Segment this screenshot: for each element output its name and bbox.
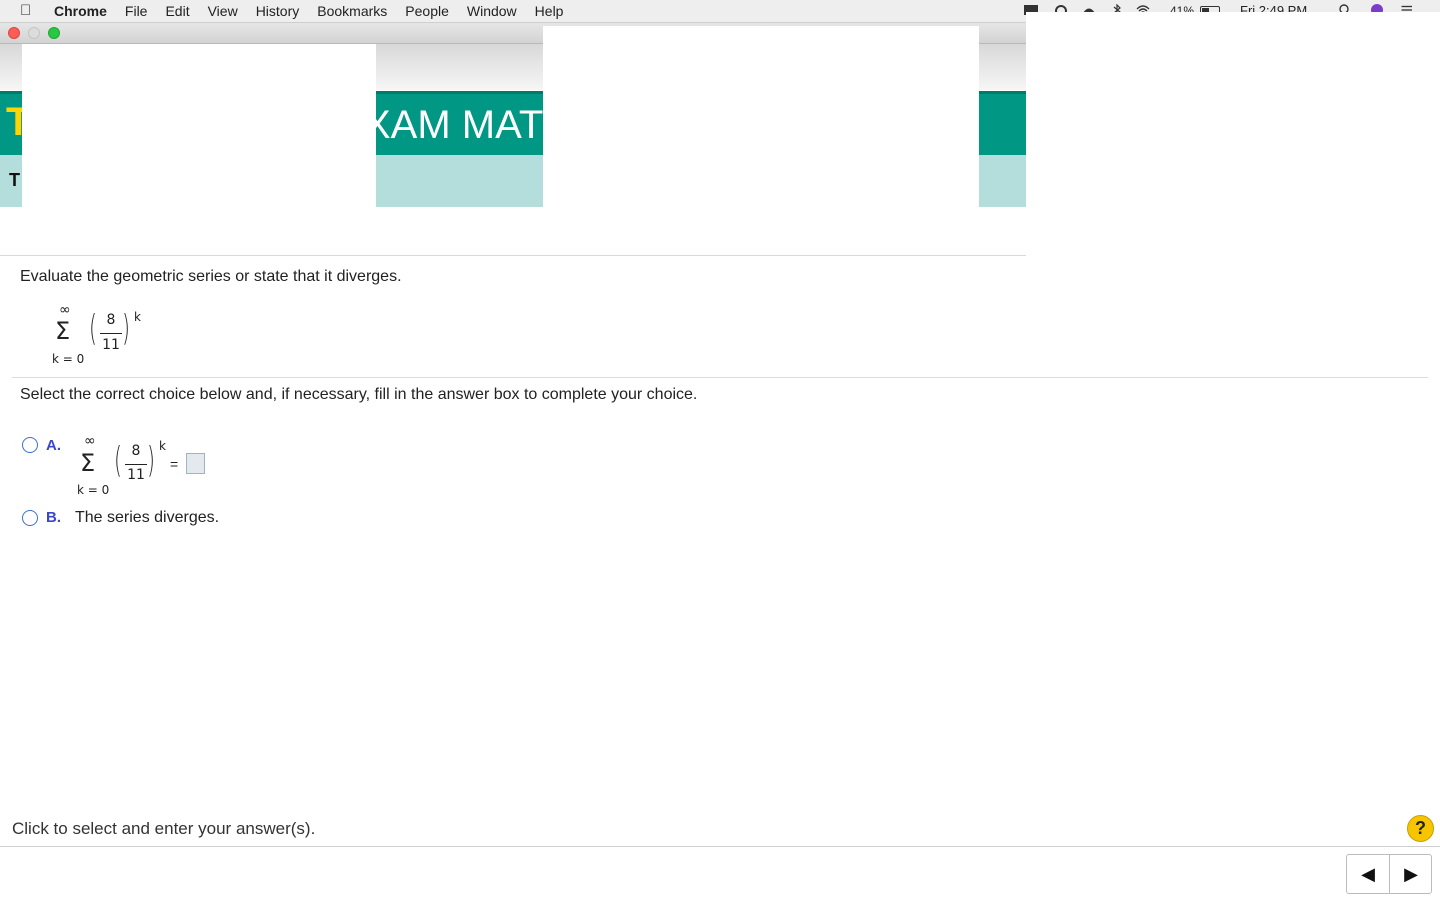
menu-window[interactable]: Window (467, 0, 517, 22)
fraction-denominator: 11 (102, 337, 120, 353)
window-minimize-button[interactable] (28, 27, 40, 39)
right-paren: ) (122, 308, 130, 349)
header-divider (0, 255, 1026, 256)
choice-b-letter[interactable]: B. (46, 509, 61, 526)
choice-a-letter[interactable]: A. (46, 437, 61, 454)
sigma-symbol: Σ (55, 317, 71, 345)
menu-chrome[interactable]: Chrome (54, 0, 107, 22)
series-exponent: k (134, 310, 141, 324)
next-question-button[interactable]: ▶ (1390, 855, 1432, 893)
site-logo: T (6, 100, 22, 144)
blank-panel-right (1026, 12, 1440, 255)
choice-b-radio[interactable] (22, 510, 38, 526)
question-nav: ◀ ▶ (1346, 854, 1432, 894)
instruction-text: Select the correct choice below and, if … (20, 386, 698, 403)
equals-sign: = (170, 456, 179, 472)
fraction-bar (125, 464, 147, 465)
choice-a-series: ∞ Σ k = 0 ( 8 11 ) k (75, 433, 175, 499)
question-divider (12, 377, 1428, 378)
menu-edit[interactable]: Edit (165, 0, 189, 22)
fraction-denominator: 11 (127, 467, 145, 483)
menu-people[interactable]: People (405, 0, 449, 22)
menu-history[interactable]: History (256, 0, 300, 22)
menu-list: Chrome File Edit View History Bookmarks … (54, 0, 581, 22)
left-paren: ( (89, 308, 97, 349)
choice-a-radio[interactable] (22, 437, 38, 453)
series-lower-limit: k = 0 (77, 483, 110, 497)
menu-file[interactable]: File (125, 0, 148, 22)
fraction-bar (100, 333, 122, 334)
menu-view[interactable]: View (208, 0, 238, 22)
right-paren: ) (147, 440, 155, 481)
choice-b-text[interactable]: The series diverges. (75, 509, 219, 527)
series-exponent: k (159, 439, 166, 453)
sub-bar-label: T (9, 170, 20, 190)
help-button[interactable]: ? (1407, 815, 1434, 842)
window-maximize-button[interactable] (48, 27, 60, 39)
left-paren: ( (114, 440, 122, 481)
question-series: ∞ Σ k = 0 ( 8 11 ) k (50, 302, 150, 372)
answer-input-box[interactable] (186, 453, 205, 474)
question-prompt: Evaluate the geometric series or state t… (20, 268, 402, 285)
series-upper-limit: ∞ (59, 302, 71, 318)
site-title: XAM MAT (376, 103, 543, 147)
footer-hint: Click to select and enter your answer(s)… (12, 819, 316, 838)
menu-bookmarks[interactable]: Bookmarks (317, 0, 387, 22)
menu-help[interactable]: Help (535, 0, 564, 22)
fraction-numerator: 8 (106, 312, 116, 328)
blank-panel-left (22, 44, 376, 268)
apple-menu-icon[interactable]:  (20, 0, 31, 22)
previous-question-button[interactable]: ◀ (1347, 855, 1390, 893)
sigma-symbol: Σ (80, 449, 96, 477)
series-upper-limit: ∞ (84, 433, 96, 449)
window-close-button[interactable] (8, 27, 20, 39)
footer-divider (0, 846, 1440, 847)
fraction-numerator: 8 (131, 443, 141, 459)
series-lower-limit: k = 0 (52, 352, 85, 366)
blank-panel-center (543, 26, 979, 207)
